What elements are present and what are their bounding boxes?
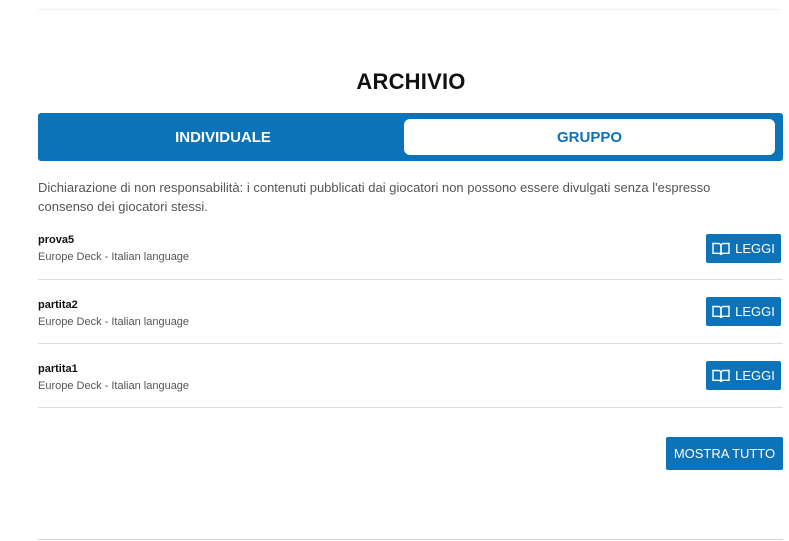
page-title: ARCHIVIO [356, 69, 466, 94]
list-item: partita2 Europe Deck - Italian language … [38, 280, 783, 344]
top-divider [38, 9, 781, 10]
book-icon [712, 242, 730, 255]
tab-gruppo[interactable]: GRUPPO [404, 119, 775, 155]
read-button-label: LEGGI [735, 304, 775, 319]
item-subtitle: Europe Deck - Italian language [38, 316, 190, 328]
book-icon [712, 369, 730, 382]
archive-list: prova5 Europe Deck - Italian language LE… [38, 233, 783, 408]
list-item: prova5 Europe Deck - Italian language LE… [38, 233, 783, 280]
read-button[interactable]: LEGGI [706, 297, 781, 326]
show-all-button[interactable]: MOSTRA TUTTO [666, 437, 783, 470]
read-button[interactable]: LEGGI [706, 361, 781, 390]
item-title: partita1 [38, 363, 78, 375]
book-icon [712, 305, 730, 318]
list-item: partita1 Europe Deck - Italian language … [38, 344, 783, 408]
bottom-divider [38, 539, 783, 540]
item-subtitle: Europe Deck - Italian language [38, 380, 190, 392]
read-button-label: LEGGI [735, 368, 775, 383]
item-title: prova5 [38, 234, 75, 246]
tab-individuale[interactable]: INDIVIDUALE [38, 113, 408, 161]
read-button-label: LEGGI [735, 241, 775, 256]
disclaimer-text: Dichiarazione di non responsabilità: i c… [38, 180, 711, 214]
tab-bar: INDIVIDUALE GRUPPO [38, 113, 783, 161]
item-title: partita2 [38, 299, 78, 311]
read-button[interactable]: LEGGI [706, 234, 781, 263]
item-subtitle: Europe Deck - Italian language [38, 251, 190, 263]
